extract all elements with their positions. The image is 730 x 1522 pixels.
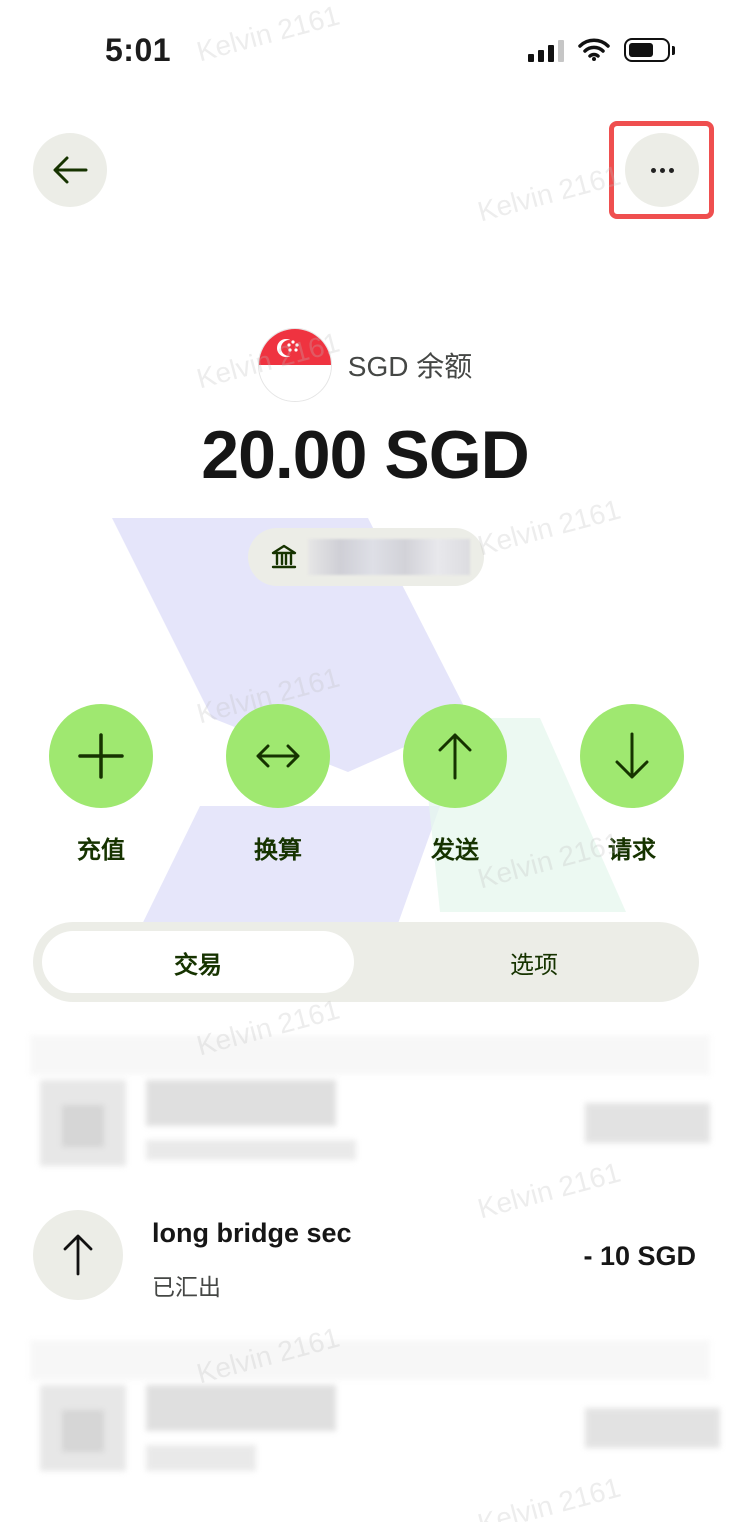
transaction-amount: - 10 SGD [583,1241,696,1271]
send-action[interactable]: 发送 [395,704,515,865]
back-button[interactable] [33,133,107,207]
transaction-name: long bridge sec [152,1218,352,1248]
send-button[interactable] [403,704,507,808]
convert-action[interactable]: 换算 [218,704,338,865]
account-details-pill[interactable] [248,528,484,586]
request-button[interactable] [580,704,684,808]
swap-arrows-icon [256,744,300,768]
blurred-transaction-row [30,1035,710,1166]
watermark-text: Kelvin 2161 [474,493,624,562]
tab-options[interactable]: 选项 [378,931,690,993]
arrow-up-icon [63,1234,93,1276]
battery-icon [624,38,675,62]
add-money-action[interactable]: 充值 [41,704,161,865]
action-label-add: 充值 [77,837,125,864]
transaction-status: 已汇出 [152,1274,221,1300]
balance-label: SGD 余额 [347,351,473,382]
segmented-tabs: 交易 选项 [33,922,699,1002]
arrow-left-icon [53,156,88,184]
status-icons [528,38,675,62]
arrow-up-icon [438,733,472,780]
status-time: 5:01 [105,32,172,68]
highlight-box [609,121,714,219]
add-money-button[interactable] [49,704,153,808]
plus-icon [78,733,124,779]
arrow-down-icon [615,732,649,779]
status-bar: 5:01 [0,0,730,100]
transaction-icon [33,1210,123,1300]
blurred-transaction-row [30,1340,720,1471]
wifi-icon [578,38,610,61]
action-label-convert: 换算 [254,837,302,864]
blurred-account-number [308,539,470,575]
balance-label-row: SGD 余额 [0,328,730,402]
watermark-text: Kelvin 2161 [474,159,624,228]
cellular-signal-icon [528,38,564,62]
bank-icon [271,544,297,569]
balance-amount: 20.00 SGD [201,417,529,493]
tab-transactions[interactable]: 交易 [42,931,354,993]
transaction-row[interactable]: long bridge sec 已汇出 - 10 SGD [0,1198,730,1308]
